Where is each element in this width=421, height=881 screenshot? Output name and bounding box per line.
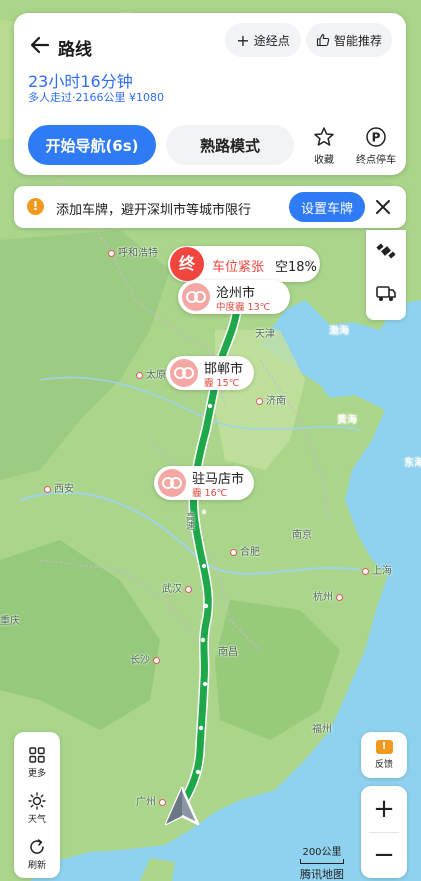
weather-button[interactable]: 天气: [14, 792, 60, 825]
map-label-tianjin: 天津: [255, 329, 275, 340]
map-label-hefei: 合肥: [230, 543, 260, 558]
start-navigation-button[interactable]: 开始导航(6s): [28, 125, 156, 165]
city-weather: 霾 15℃: [204, 378, 240, 389]
route-summary: 多人走过·2166公里 ¥1080: [28, 91, 164, 104]
license-plate-notice: ! 添加车牌，避开深圳市等城市限行 设置车牌: [14, 186, 406, 228]
feedback-button[interactable]: ! 反馈: [361, 732, 407, 778]
map-label-xian: 西安: [44, 480, 74, 495]
familiar-route-mode-button[interactable]: 熟路模式: [166, 125, 294, 165]
back-arrow-icon[interactable]: [28, 33, 52, 57]
haze-icon: [158, 469, 186, 497]
city-weather-card[interactable]: 邯郸市 霾 15℃: [166, 356, 254, 390]
plus-icon: +: [236, 30, 250, 50]
destination-parking-label: 终点停车: [356, 155, 396, 166]
smart-recommend-button[interactable]: 智能推荐: [306, 23, 392, 57]
map-label-fuzhou: 福州: [312, 724, 332, 735]
feedback-label: 反馈: [374, 760, 393, 770]
scale-bar: [300, 859, 344, 864]
map-label-hohhot: 呼和浩特: [108, 244, 158, 259]
refresh-button[interactable]: 刷新: [14, 838, 60, 871]
add-waypoint-button[interactable]: + 途经点: [225, 23, 301, 57]
parking-status: 车位紧张: [212, 260, 265, 275]
map-label-changsha: 长沙: [130, 651, 160, 666]
set-license-plate-button[interactable]: 设置车牌: [289, 192, 365, 222]
map-label-taiyuan: 太原: [136, 366, 166, 381]
traffic-truck-icon[interactable]: [375, 282, 397, 304]
haze-icon: [182, 283, 210, 311]
city-weather: 中度霾 13℃: [216, 302, 271, 313]
svg-text:P: P: [372, 131, 381, 145]
sun-icon: [28, 792, 46, 810]
destination-badge: 终: [170, 247, 204, 281]
weather-label: 天气: [27, 815, 46, 825]
favorite-label: 收藏: [314, 155, 334, 166]
favorite-button[interactable]: 收藏: [301, 126, 347, 166]
map-label-jinan: 济南: [256, 392, 286, 407]
destination-parking-button[interactable]: P 终点停车: [351, 126, 401, 166]
map-label-donghai: 东海: [404, 458, 421, 469]
grid-icon: [29, 747, 45, 763]
map-label-wuhan: 武汉: [162, 580, 192, 595]
route-summary-card: 路线 + 途经点 智能推荐 23小时16分钟 多人走过·2166公里 ¥1080…: [14, 13, 406, 175]
map-label-hangzhou: 杭州: [313, 588, 343, 603]
waypoint-label: 途经点: [253, 33, 290, 48]
map-label-highway: 高速: [184, 512, 194, 530]
warning-icon: !: [27, 198, 44, 215]
map-label-huanghai: 黄海: [337, 415, 357, 426]
thumbs-up-icon: [316, 33, 330, 47]
zoom-control: + −: [361, 786, 407, 878]
satellite-icon[interactable]: [375, 240, 397, 262]
plate-notice-text: 添加车牌，避开深圳市等城市限行: [56, 203, 252, 218]
map-label-chongqing: 重庆: [0, 616, 20, 627]
feedback-icon: !: [375, 740, 393, 754]
page-title: 路线: [58, 40, 92, 60]
map-label-shanghai: 上海: [362, 562, 392, 577]
map-tools-panel: 更多 天气 刷新: [14, 732, 60, 878]
map-brand-logo: 腾讯地图: [300, 868, 344, 881]
haze-icon: [170, 359, 198, 387]
refresh-label: 刷新: [27, 861, 46, 871]
map-scale: 200公里 腾讯地图: [300, 843, 344, 881]
map-label-nanjing: 南京: [292, 530, 312, 541]
star-icon: [314, 127, 334, 146]
smart-recommend-label: 智能推荐: [333, 33, 382, 48]
refresh-icon: [30, 839, 44, 854]
current-location-arrow-icon: [164, 786, 200, 826]
zoom-out-button[interactable]: −: [361, 832, 407, 878]
zoom-in-button[interactable]: +: [361, 786, 407, 832]
more-label: 更多: [27, 769, 46, 779]
map-label-guangzhou: 广州: [136, 793, 166, 808]
map-label-nanchang: 南昌: [218, 647, 238, 658]
city-weather: 霾 16℃: [192, 488, 228, 499]
close-icon[interactable]: [370, 194, 396, 220]
parking-icon: P: [366, 127, 386, 147]
scale-distance: 200公里: [302, 847, 342, 858]
city-weather-card[interactable]: 沧州市 中度霾 13℃: [178, 280, 290, 314]
map-layer-panel: [366, 230, 406, 320]
city-weather-card[interactable]: 驻马店市 霾 16℃: [154, 466, 254, 500]
map-label-bohai: 渤海: [329, 326, 349, 337]
more-button[interactable]: 更多: [14, 746, 60, 779]
destination-parking-marker[interactable]: 终 车位紧张 空18% ›: [168, 246, 320, 282]
chevron-right-icon: ›: [308, 255, 314, 270]
